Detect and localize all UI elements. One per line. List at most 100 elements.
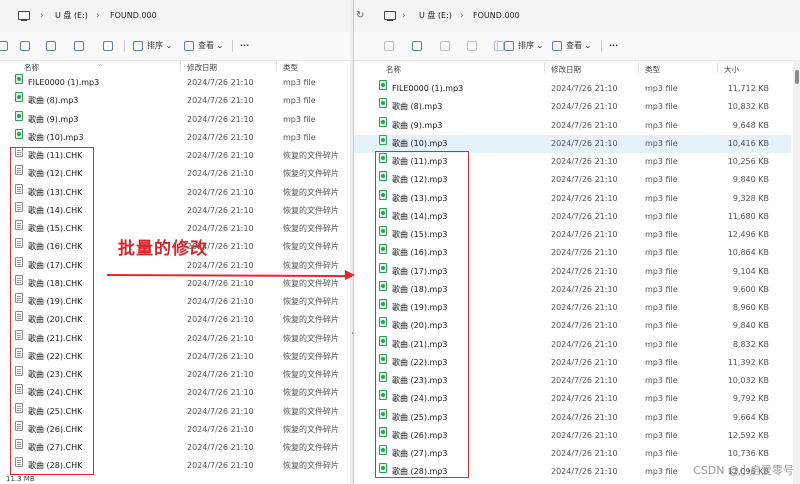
file-type: 恢复的文件碎片: [283, 169, 339, 179]
rename-icon: [20, 40, 30, 51]
file-type: mp3 file: [283, 78, 316, 87]
sort-button[interactable]: 排序 ⌄: [504, 38, 543, 54]
share-button[interactable]: [467, 38, 481, 54]
file-size: 9,664 KB: [732, 412, 769, 422]
command-bar: 排序 ⌄ 查看 ⌄ ···: [0, 32, 350, 61]
column-divider[interactable]: [276, 60, 277, 71]
file-size: 10,256 KB: [727, 157, 769, 166]
breadcrumb-folder[interactable]: FOUND.000: [473, 9, 520, 23]
address-bar[interactable]: › U 盘 (E:) › FOUND.000: [0, 0, 350, 33]
chevron-right-icon: ›: [96, 11, 100, 21]
right-explorer-window: ↻ › U 盘 (E:) › FOUND.000 排序 ⌄ 查看 ⌄ ··· 名…: [353, 0, 800, 484]
column-divider[interactable]: [638, 62, 639, 73]
file-date: 2024/7/26 21:10: [551, 266, 618, 276]
view-button[interactable]: 查看 ⌄: [552, 38, 591, 54]
delete-button[interactable]: [103, 38, 117, 54]
column-divider[interactable]: [180, 60, 181, 71]
column-date[interactable]: 修改日期: [187, 60, 217, 75]
column-name[interactable]: 名称: [24, 60, 39, 75]
file-type: mp3 file: [645, 303, 678, 312]
file-type: mp3 file: [283, 114, 316, 124]
file-date: 2024/7/26 21:10: [551, 102, 618, 112]
file-type: mp3 file: [645, 211, 678, 221]
breadcrumb-drive[interactable]: U 盘 (E:): [419, 9, 452, 23]
more-options-button[interactable]: ···: [609, 38, 618, 54]
column-divider[interactable]: [717, 62, 718, 73]
view-label: 查看: [566, 41, 582, 50]
file-type: mp3 file: [645, 430, 678, 440]
file-row[interactable]: FILE0000 (1).mp3 2024/7/26 21:10 mp3 file: [0, 74, 350, 92]
file-date: 2024/7/26 21:10: [551, 138, 618, 148]
rename-button[interactable]: [20, 38, 34, 54]
refresh-icon[interactable]: ↻: [356, 9, 364, 23]
breadcrumb-folder[interactable]: FOUND.000: [110, 9, 157, 23]
mp3-file-icon: [379, 98, 387, 109]
file-type: mp3 file: [645, 357, 678, 367]
file-size: 9,328 KB: [732, 193, 769, 203]
vertical-scrollbar[interactable]: [793, 60, 800, 484]
address-bar[interactable]: ↻ › U 盘 (E:) › FOUND.000: [354, 0, 800, 33]
column-name[interactable]: 名称: [386, 62, 401, 77]
arrow-head-icon: [345, 270, 355, 280]
file-date: 2024/7/26 21:10: [551, 376, 618, 385]
file-date: 2024/7/26 21:10: [551, 230, 618, 239]
file-type: 恢复的文件碎片: [283, 351, 339, 361]
file-row[interactable]: FILE0000 (1).mp3 2024/7/26 21:10 mp3 file 1…: [354, 80, 791, 98]
file-type: mp3 file: [645, 84, 678, 93]
column-divider[interactable]: [544, 62, 545, 73]
breadcrumb-drive[interactable]: U 盘 (E:): [55, 9, 88, 23]
sort-button[interactable]: 排序 ⌄: [133, 38, 172, 54]
paste-button[interactable]: [412, 38, 426, 54]
column-type[interactable]: 类型: [283, 60, 298, 75]
file-date: 2024/7/26 21:10: [551, 467, 618, 477]
file-type: 恢复的文件碎片: [283, 224, 339, 233]
cut-button[interactable]: [384, 38, 398, 54]
chevron-right-icon: ›: [402, 11, 406, 21]
file-type: mp3 file: [645, 284, 678, 294]
sort-ascending-icon: ^: [98, 64, 104, 71]
file-type: 恢复的文件碎片: [283, 297, 339, 306]
file-date: 2024/7/26 21:10: [187, 151, 254, 160]
file-row[interactable]: 歌曲 (10).mp3 2024/7/26 21:10 mp3 file: [0, 128, 350, 147]
file-type: mp3 file: [283, 132, 316, 142]
column-size[interactable]: 大小: [724, 62, 739, 77]
file-size: 10,832 KB: [727, 102, 769, 112]
file-date: 2024/7/26 21:10: [187, 406, 254, 416]
highlight-box: [10, 147, 94, 475]
rename-button[interactable]: [440, 38, 454, 54]
file-size: 10,032 KB: [727, 376, 769, 385]
computer-icon[interactable]: [384, 11, 396, 21]
scrollbar-thumb[interactable]: [795, 70, 799, 84]
file-type: mp3 file: [645, 175, 678, 185]
file-date: 2024/7/26 21:10: [551, 357, 618, 367]
view-button[interactable]: 查看 ⌄: [184, 38, 223, 54]
cut-icon: [384, 40, 394, 51]
rename-icon: [440, 40, 450, 51]
file-row[interactable]: 歌曲 (8).mp3 2024/7/26 21:10 mp3 file: [0, 92, 350, 110]
paste-button[interactable]: [0, 38, 12, 54]
column-date[interactable]: 修改日期: [551, 62, 581, 77]
file-date: 2024/7/26 21:10: [187, 315, 254, 325]
file-date: 2024/7/26 21:10: [551, 175, 618, 185]
file-size: 9,792 KB: [732, 394, 769, 404]
file-size: 9,840 KB: [732, 175, 769, 185]
copy-path-button[interactable]: [74, 38, 88, 54]
file-type: mp3 file: [645, 193, 678, 203]
computer-icon[interactable]: [18, 11, 30, 21]
file-row[interactable]: 歌曲 (9).mp3 2024/7/26 21:10 mp3 file: [0, 110, 350, 129]
file-type: 恢复的文件碎片: [283, 443, 339, 452]
file-row[interactable]: 歌曲 (8).mp3 2024/7/26 21:10 mp3 file 10,832 …: [354, 98, 791, 116]
file-type: mp3 file: [283, 96, 316, 106]
file-size: 9,840 KB: [732, 321, 769, 331]
file-name: 歌曲 (10).mp3: [28, 132, 84, 142]
share-button[interactable]: [46, 38, 60, 54]
file-size: 9,104 KB: [732, 266, 769, 276]
share-icon: [46, 40, 56, 51]
file-date: 2024/7/26 21:10: [551, 303, 618, 312]
file-row[interactable]: 歌曲 (9).mp3 2024/7/26 21:10 mp3 file 9,648 K…: [354, 116, 791, 135]
file-type: mp3 file: [645, 394, 678, 404]
more-options-button[interactable]: ···: [240, 38, 249, 54]
file-type: mp3 file: [645, 138, 678, 148]
file-type: mp3 file: [645, 449, 678, 458]
column-type[interactable]: 类型: [645, 62, 660, 77]
